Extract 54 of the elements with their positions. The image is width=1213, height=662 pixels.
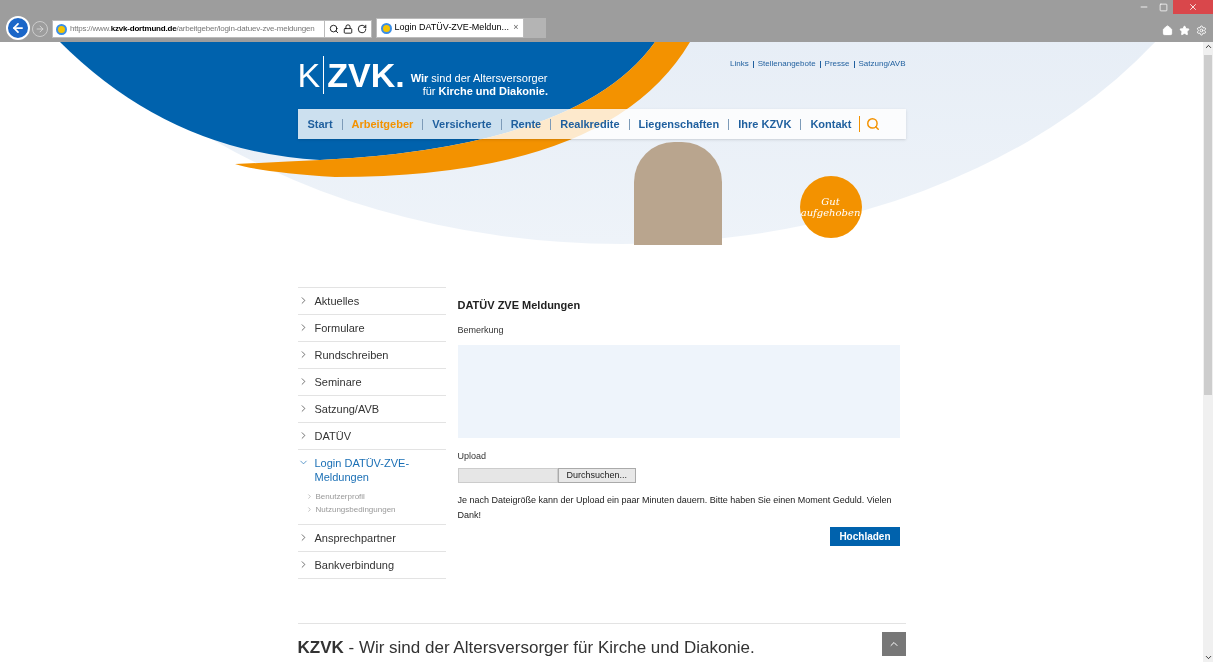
nav-tab[interactable]: Ihre KZVK: [738, 115, 792, 133]
sidebar-item[interactable]: Ansprechpartner: [297, 525, 446, 551]
address-field[interactable]: https://www.kzvk-dortmund.de/arbeitgeber/login-datuev-zve-meldungen: [52, 20, 325, 38]
form-title: DATÜV ZVE Meldungen: [457, 298, 582, 313]
nav-tab[interactable]: Kontakt: [810, 115, 852, 133]
nav-tab[interactable]: Rente: [510, 115, 542, 133]
footer-tagline: KZVK - Wir sind der Altersversorger für Kirche und Diakonie.: [297, 638, 755, 658]
scroll-top-button[interactable]: [881, 632, 906, 656]
lock-icon: [342, 24, 353, 34]
close-window-button[interactable]: [1173, 0, 1213, 14]
forward-arrow-icon: [35, 24, 45, 34]
file-path-field[interactable]: [457, 467, 558, 483]
top-link[interactable]: Links: [730, 58, 749, 70]
sidebar-item[interactable]: Satzung/AVB: [297, 396, 446, 422]
logo[interactable]: K ZVK.: [297, 58, 405, 92]
field-label: Upload: [457, 450, 488, 463]
scroll-up-icon[interactable]: [1203, 42, 1213, 51]
url-text: https://www.kzvk-dortmund.de/arbeitgeber/login-datuev-zve-meldungen: [70, 23, 315, 35]
home-icon[interactable]: [1162, 25, 1173, 36]
browser-tab[interactable]: Login DATÜV-ZVE-Meldun... ×: [375, 18, 524, 38]
browse-button[interactable]: Durchsuchen...: [557, 467, 637, 483]
nav-tab[interactable]: Realkredite: [560, 115, 620, 133]
settings-icon[interactable]: [1196, 25, 1207, 36]
back-button[interactable]: [6, 16, 30, 40]
close-icon: [1188, 2, 1198, 12]
scrollbar-thumb[interactable]: [1204, 55, 1212, 395]
top-link[interactable]: Presse: [824, 58, 850, 70]
search-icon[interactable]: [328, 24, 339, 34]
page-icon: [56, 23, 67, 35]
maximize-icon[interactable]: [1159, 2, 1168, 12]
refresh-icon[interactable]: [356, 24, 367, 34]
sidebar-item[interactable]: DATÜV: [297, 423, 446, 449]
tagline: Wir sind der Altersversorger für Kirche und Diakonie.: [410, 72, 548, 98]
sidebar-item[interactable]: Login DATÜV-ZVE-Meldungen: [297, 450, 446, 490]
page-icon: [380, 22, 392, 34]
back-arrow-icon: [11, 21, 25, 35]
top-link[interactable]: Stellenangebote: [757, 58, 816, 70]
top-link[interactable]: Satzung/AVB: [858, 58, 906, 70]
sidebar-item[interactable]: Aktuelles: [297, 288, 446, 314]
sidebar-item[interactable]: Rundschreiben: [297, 342, 446, 368]
sidebar-item[interactable]: Seminare: [297, 369, 446, 395]
sidebar-item[interactable]: Bankverbindung: [297, 552, 446, 578]
tab-title: Login DATÜV-ZVE-Meldun...: [394, 21, 510, 35]
sidebar-item[interactable]: Formulare: [297, 315, 446, 341]
nav-tab[interactable]: Start: [307, 115, 333, 133]
star-icon[interactable]: [1179, 25, 1190, 36]
tab-close[interactable]: ×: [513, 21, 519, 35]
scrollbar[interactable]: [1203, 42, 1213, 662]
upload-button[interactable]: Hochladen: [830, 526, 900, 546]
field-label: Bemerkung: [457, 323, 505, 337]
nav-tab[interactable]: Liegenschaften: [638, 115, 720, 133]
scroll-down-icon[interactable]: [1203, 653, 1213, 662]
upload-note: Je nach Dateigröße kann der Upload ein paar Minuten dauern. Bitte haben Sie einen Moment Geduld. Vielen Dank!: [457, 493, 893, 522]
nav-tab[interactable]: Versicherte: [432, 115, 492, 133]
